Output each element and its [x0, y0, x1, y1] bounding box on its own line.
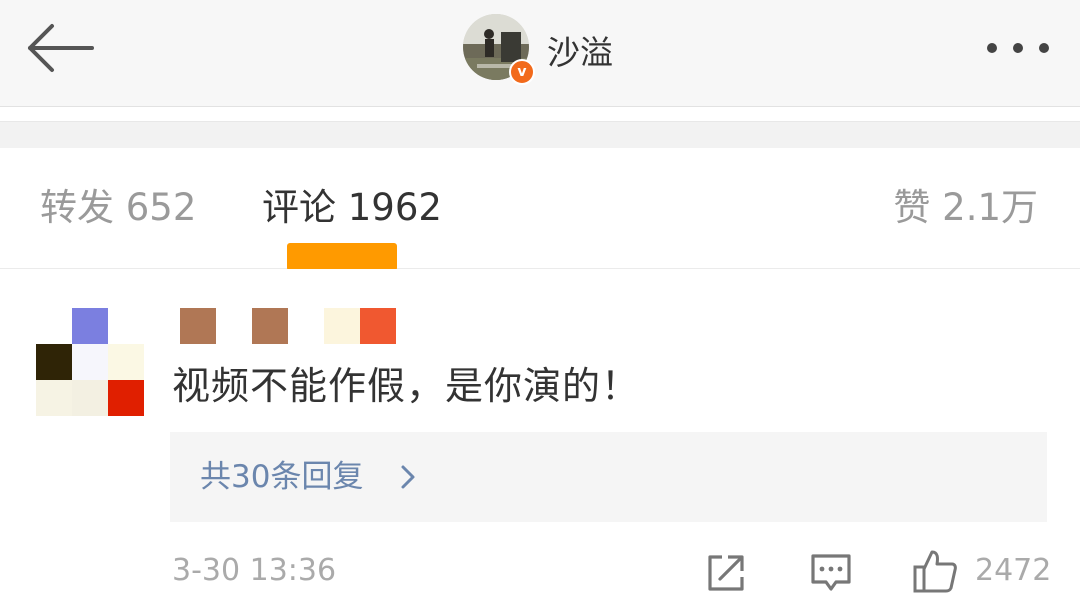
avatar-pixel — [36, 308, 72, 344]
section-divider — [0, 121, 1080, 148]
avatar-pixel — [36, 380, 72, 416]
replies-preview[interactable]: 共30条回复 — [170, 432, 1047, 522]
avatar-pixel — [72, 308, 108, 344]
username-pixel — [324, 308, 360, 344]
like-count: 2472 — [975, 553, 1052, 588]
commenter-avatar[interactable] — [36, 308, 144, 416]
thumbs-up-icon — [913, 550, 957, 593]
chevron-right-icon — [401, 465, 415, 489]
avatar-pixel — [108, 380, 144, 416]
avatar-pixel — [72, 344, 108, 380]
comment-timestamp: 3-30 13:36 — [172, 553, 337, 588]
screen: v 沙溢 转发 652 评论 1962 赞 2.1万 视频不能作假，是你演的！ … — [0, 0, 1080, 601]
avatar-pixel — [108, 344, 144, 380]
interaction-tabs: 转发 652 评论 1962 赞 2.1万 — [0, 148, 1080, 271]
back-arrow-icon — [28, 24, 94, 72]
avatar-pixel — [72, 380, 108, 416]
more-dots-icon — [987, 43, 1049, 53]
avatar-pixel — [36, 344, 72, 380]
comment-text: 视频不能作假，是你演的！ — [172, 364, 641, 408]
username-pixel — [180, 308, 216, 344]
active-tab-indicator — [287, 243, 397, 271]
share-button[interactable] — [706, 553, 746, 593]
tab-likes[interactable]: 赞 2.1万 — [893, 186, 1038, 230]
avatar-pixel — [108, 308, 144, 344]
more-options-button[interactable] — [982, 38, 1054, 58]
tab-reposts[interactable]: 转发 652 — [40, 186, 196, 230]
tab-comments[interactable]: 评论 1962 — [262, 186, 442, 230]
comment-bubble-icon — [811, 554, 851, 591]
share-external-icon — [708, 555, 744, 591]
like-button[interactable] — [912, 548, 958, 594]
back-button[interactable] — [22, 18, 98, 78]
view-replies-link[interactable]: 共30条回复 — [200, 458, 363, 496]
username-pixel — [252, 308, 288, 344]
profile-username[interactable]: 沙溢 — [547, 26, 613, 74]
reply-button[interactable] — [810, 553, 852, 593]
comment-item: 视频不能作假，是你演的！ 共30条回复 3-30 13:36 2472 — [0, 269, 1080, 601]
verified-badge-icon: v — [509, 59, 535, 85]
top-navbar: v 沙溢 — [0, 0, 1080, 107]
username-pixel — [360, 308, 396, 344]
